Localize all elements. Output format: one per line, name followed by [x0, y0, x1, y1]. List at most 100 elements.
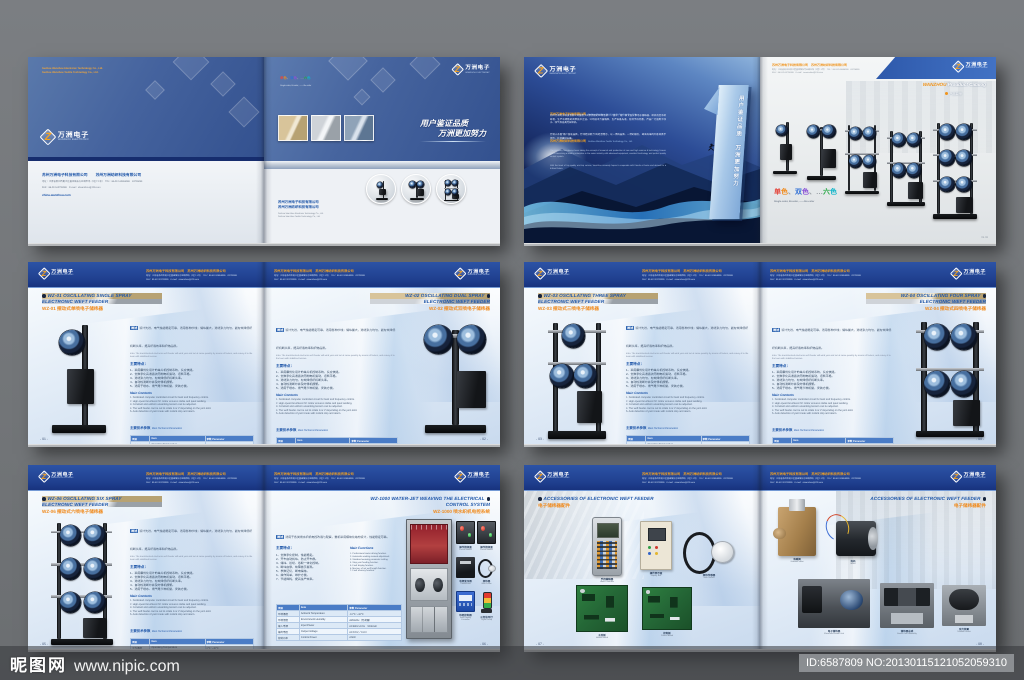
- climber-figure: [708, 143, 715, 151]
- brand-logo: Z 万洲电子 WANZHOU ELECTRONIC: [38, 267, 74, 280]
- machine-part: [423, 324, 453, 354]
- diamond-z-icon: Z: [38, 267, 51, 280]
- motor-photo: [836, 521, 878, 556]
- diamond-z-icon: Z: [534, 267, 547, 280]
- colored-char: 单: [774, 189, 781, 196]
- spec-column: 概述 设计先进，电气性能稳定可靠，适用各种纱线；储纬量大，退绕张力均匀，能有效降低…: [771, 318, 894, 444]
- item-caption: 电子储纬器 Electronic Feeder Unit: [824, 630, 844, 635]
- page-body: WZ-06 OSCILLATING SIX SPRAY ELECTRONIC WE…: [28, 491, 264, 649]
- machine-part: [938, 150, 955, 167]
- brand-logo: Z 万洲电子 WANZHOU ELECTRONIC: [451, 63, 490, 77]
- brand-logo: Z 万洲电子 WANZHOU ELECTRONIC: [952, 60, 988, 73]
- company-info: 苏州万洲电子科技有限公司 苏州万洲纺织科技有限公司 地址：江苏省苏州市吴江区盛泽镇…: [642, 472, 733, 484]
- features-label: 主要特点：: [130, 362, 148, 367]
- contents-list: 1. Dedicated computer controlled circuit…: [130, 599, 254, 616]
- control-system-page: Z 万洲电子 WANZHOU ELECTRONIC 苏州万洲电子科技有限公司 苏州…: [264, 465, 500, 649]
- machine-part: [445, 188, 452, 195]
- pcb-photo: [642, 587, 692, 630]
- params-table: 项目Item参数 Parameter工作温度Operating Temperat…: [129, 435, 255, 444]
- orange-dot-icon: [945, 92, 949, 95]
- company-info: 苏州万洲电子科技有限公司 苏州万洲纺织科技有限公司 地址：江苏省苏州市吴江区盛泽镇…: [146, 269, 237, 281]
- page-body: WZ-04 OSCILLATING FOUR SPRAY ELECTRONIC W…: [760, 288, 996, 444]
- company-names-cn: 苏州万洲电子科技有限公司 苏州万洲纺织科技有限公司: [278, 200, 319, 210]
- colors-tagline: 单色、双色、…六色 Single-color, Bi-color, ——Six-…: [280, 76, 312, 87]
- accessory-valve: 电磁阀 Solenoid Valve: [773, 499, 816, 563]
- page-body: WZ-01 OSCILLATING SINGLE SPRAY ELECTRONIC…: [28, 288, 264, 444]
- features-list: 1、采用最优化设计的单片机控制系统，反应快捷。 2、全数字化高速直流无刷电机驱动，…: [130, 571, 254, 591]
- features-list: 1、采用最优化设计的单片机控制系统，反应快捷。 2、全数字化高速直流无刷电机驱动，…: [276, 370, 398, 390]
- features-label: 主要特点：: [626, 362, 644, 367]
- brand-logo: Z 万洲电子 WANZHOU ELECTRONIC: [950, 267, 986, 280]
- accessory-unit3: 张力装置 Tension Device: [942, 585, 986, 633]
- product-circles: [366, 174, 466, 204]
- bullet-dot-icon: [42, 497, 46, 501]
- control-cabinet-photo: [406, 519, 452, 639]
- diamond-z-icon: Z: [454, 470, 467, 483]
- product-title: WZ-02 OSCILLATING DUAL SPRAY ELECTRONIC W…: [370, 293, 490, 312]
- machine-part: [807, 176, 836, 181]
- btnpanel-photo: [477, 521, 496, 544]
- machine-part: [956, 123, 972, 140]
- table-row: 控制功率 Control Power ≤2kW: [276, 634, 402, 641]
- spec-column: 概述 设计先进，电气性能稳定可靠，适用各种纱线；储纬量大，退绕张力均匀，能有效降低…: [129, 316, 255, 444]
- blue-corner-band: Z 万洲电子 WANZHOU ELECTRONIC: [876, 57, 996, 79]
- features-label: 主要特点：: [276, 546, 294, 550]
- machine-part: [822, 124, 836, 139]
- machine-part: [887, 161, 925, 164]
- brand-logo: Z 万洲电子 WANZHOU ELECTRONIC: [534, 267, 570, 280]
- item-caption: 主控板 Master Board: [595, 634, 608, 639]
- machine-part: [456, 324, 486, 354]
- accessory-pcb: 控制板 Control Board: [642, 587, 692, 637]
- machine-part: [938, 176, 955, 193]
- product-photo: [914, 318, 986, 438]
- machine-part: [891, 132, 906, 148]
- machine-part: [83, 617, 107, 638]
- accessory-sensor: 探纬传感器 Weft Sensor: [682, 529, 736, 579]
- machine-part: [916, 368, 984, 372]
- bullet-dot-icon: [538, 497, 542, 501]
- machine-part: [924, 370, 950, 397]
- product-title: WZ-03 OSCILLATING THREE SPRAY ELECTRONIC …: [538, 293, 658, 312]
- watermark-bar: 昵图网 www.nipic.com ID:6587809 NO:20130115…: [0, 646, 1024, 680]
- machine-part: [425, 424, 486, 433]
- item-caption: 电源变压器 Transformer: [459, 580, 472, 585]
- params-label: 主要技术参数Main Technical Parameters: [772, 428, 825, 433]
- page-header-band: Z 万洲电子 WANZHOU ELECTRONIC 苏州万洲电子科技有限公司 苏州…: [28, 262, 264, 288]
- accessory-unit2: 储纬器总成 Feeder Unit Assembly: [880, 583, 934, 635]
- colored-char: 、: [809, 189, 816, 196]
- site-url: www.nipic.com: [74, 657, 180, 675]
- colored-char: 色: [802, 189, 809, 196]
- diamond-z-icon: Z: [38, 470, 51, 483]
- design-board: Suzhou Wanzhou Electronic Technology Co.…: [0, 0, 1024, 680]
- contents-list: 1. Dedicated computer controlled circuit…: [772, 398, 894, 415]
- website-text: china-wanzhou.com: [42, 192, 71, 197]
- front-cover-footer: 苏州万洲电子科技有限公司 苏州万洲纺织科技有限公司 Suzhou Wanzhou…: [264, 169, 500, 243]
- product-title: WZ-1000 WATER-JET WEAVING THE ELECTRICAL…: [370, 496, 490, 515]
- product-page-wz-03: Z 万洲电子 WANZHOU ELECTRONIC 苏州万洲电子科技有限公司 苏州…: [524, 262, 760, 444]
- page-header-band: Z 万洲电子 WANZHOU ELECTRONIC 苏州万洲电子科技有限公司 苏州…: [760, 262, 996, 288]
- product-photo: [546, 318, 608, 440]
- page-body: ACCESSORIES OF ELECTRONIC WEFT FEEDER 电子…: [524, 491, 760, 649]
- features-list: 1、全数字化控制，性能稳定。 2、开车自动找纬，防止开车痕。 3、储纬、送经、卷取一…: [276, 553, 344, 581]
- company-info: 苏州万洲电子科技有限公司 苏州万洲纺织科技有限公司 地址：江苏省苏州市吴江区盛泽镇…: [146, 472, 237, 484]
- contents-label: Main Contents: [130, 391, 152, 396]
- brand-logo: Z 万洲电子 WANZHOU ELECTRONIC: [950, 470, 986, 483]
- intro-paragraph-cn: 苏州万洲电子科技有限公司坐落于风景秀丽的丝绸名镇——盛泽，是一家专业从事电子储纬…: [550, 114, 666, 125]
- item-caption: 操作按钮盒 Control Button: [459, 546, 472, 551]
- brand-logo: Z 万洲电子 WANZHOU ELECTRONIC: [38, 470, 74, 483]
- table-row: 工作温度Operating Temperature0℃～40℃: [129, 441, 255, 444]
- colored-char: 色: [830, 189, 837, 196]
- company-info: 苏州万洲电子科技有限公司 苏州万洲纺织科技有限公司 地址：江苏省苏州市吴江区盛泽…: [772, 63, 860, 75]
- item-caption: 探纬器 Weft Probe: [481, 580, 492, 585]
- machine-part: [59, 524, 82, 547]
- spec-column: 概述 设计先进，电气性能稳定可靠，适用各种纱线；储纬量大，退绕张力均匀，能有效降低…: [275, 318, 398, 444]
- list-line: 5. Auto detection of yarn break with ins…: [772, 411, 838, 415]
- machine-part: [409, 198, 424, 200]
- company-names-cn: 苏州万洲电子科技有限公司 苏州万洲纺织科技有限公司: [42, 173, 142, 177]
- product-circle-photo: [401, 174, 431, 204]
- machine-part: [845, 153, 879, 156]
- fabric-photo: [278, 115, 308, 141]
- front-cover-blue-panel: 单色、双色、…六色 Single-color, Bi-color, ——Six-…: [264, 57, 500, 161]
- control-module: [409, 568, 449, 602]
- list-line: 7、节能降耗，提高生产效率。: [276, 577, 316, 582]
